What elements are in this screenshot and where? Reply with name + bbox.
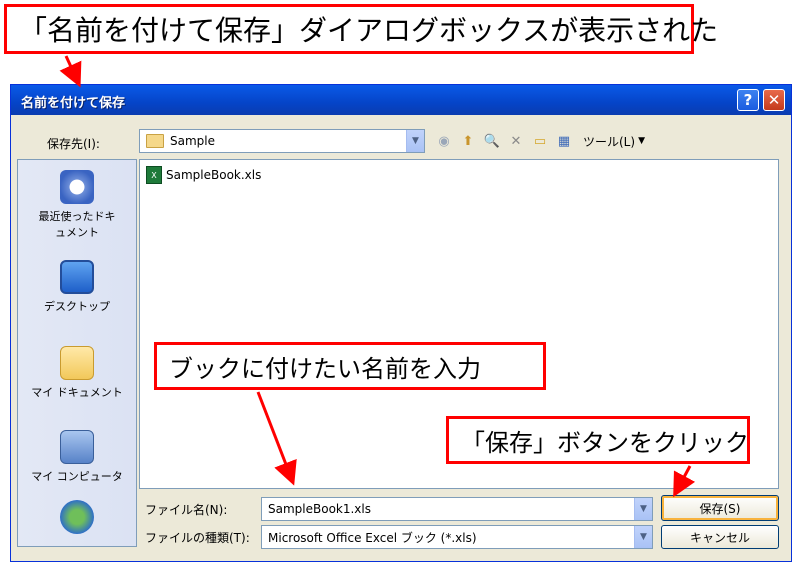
chevron-down-icon[interactable]: ▼: [406, 130, 424, 152]
file-name-input[interactable]: SampleBook1.xls ▼: [261, 497, 653, 521]
dialog-title: 名前を付けて保存: [21, 96, 126, 111]
place-my-documents[interactable]: マイ ドキュメント: [18, 346, 136, 400]
file-type-dropdown[interactable]: Microsoft Office Excel ブック (*.xls) ▼: [261, 525, 653, 549]
toolbar: ◉ ⬆ 🔍 ✕ ▭ ▦ ツール(L) ▼: [435, 129, 645, 153]
file-name-value: SampleBook1.xls: [268, 502, 371, 516]
save-in-value: Sample: [170, 134, 215, 148]
recent-documents-icon: [60, 170, 94, 204]
places-bar: 最近使ったドキュメント デスクトップ マイ ドキュメント マイ コンピュータ: [17, 159, 137, 547]
callout-text: 「保存」ボタンをクリック: [461, 428, 749, 457]
title-bar[interactable]: 名前を付けて保存 ? ✕: [11, 85, 791, 115]
my-computer-icon: [60, 430, 94, 464]
file-name-label: ファイル名(N):: [145, 503, 228, 517]
chevron-down-icon[interactable]: ▼: [634, 526, 652, 548]
back-icon[interactable]: ◉: [435, 132, 453, 150]
cancel-button[interactable]: キャンセル: [661, 525, 779, 549]
my-network-icon: [60, 500, 94, 534]
folder-icon: [146, 134, 164, 148]
place-recent-documents[interactable]: 最近使ったドキュメント: [18, 170, 136, 240]
help-button[interactable]: ?: [737, 89, 759, 111]
save-as-dialog: 名前を付けて保存 ? ✕ 保存先(I): Sample ▼ ◉ ⬆ 🔍 ✕ ▭ …: [10, 84, 792, 562]
search-web-icon[interactable]: 🔍: [483, 132, 501, 150]
callout-text: 「名前を付けて保存」ダイアログボックスが表示された: [19, 14, 719, 47]
place-label: マイ コンピュータ: [31, 470, 123, 483]
my-documents-icon: [60, 346, 94, 380]
arrow-to-dialog: [59, 55, 82, 88]
save-in-label: 保存先(I):: [47, 137, 100, 151]
chevron-down-icon[interactable]: ▼: [634, 498, 652, 520]
place-my-network[interactable]: [18, 500, 136, 538]
file-name: SampleBook.xls: [166, 168, 262, 182]
desktop-icon: [60, 260, 94, 294]
new-folder-icon[interactable]: ▭: [531, 132, 549, 150]
save-button[interactable]: 保存(S): [661, 495, 779, 521]
tools-menu[interactable]: ツール(L) ▼: [583, 133, 645, 150]
file-type-value: Microsoft Office Excel ブック (*.xls): [268, 530, 477, 545]
callout-click-save: 「保存」ボタンをクリック: [446, 416, 750, 464]
delete-icon[interactable]: ✕: [507, 132, 525, 150]
callout-dialog-shown: 「名前を付けて保存」ダイアログボックスが表示された: [4, 4, 718, 54]
file-type-label: ファイルの種類(T):: [145, 531, 250, 545]
tools-menu-label: ツール(L): [583, 134, 636, 149]
up-folder-icon[interactable]: ⬆: [459, 132, 477, 150]
excel-file-icon: X: [146, 166, 162, 184]
views-icon[interactable]: ▦: [555, 132, 573, 150]
chevron-down-icon: ▼: [638, 136, 645, 146]
place-label: 最近使ったドキュメント: [38, 210, 116, 239]
callout-text: ブックに付けたい名前を入力: [169, 354, 481, 383]
place-my-computer[interactable]: マイ コンピュータ: [18, 430, 136, 484]
file-item[interactable]: X SampleBook.xls: [146, 166, 261, 184]
save-in-dropdown[interactable]: Sample ▼: [139, 129, 425, 153]
place-label: マイ ドキュメント: [31, 386, 123, 399]
callout-enter-name: ブックに付けたい名前を入力: [154, 342, 546, 390]
place-label: デスクトップ: [44, 300, 110, 313]
close-button[interactable]: ✕: [763, 89, 785, 111]
place-desktop[interactable]: デスクトップ: [18, 260, 136, 314]
